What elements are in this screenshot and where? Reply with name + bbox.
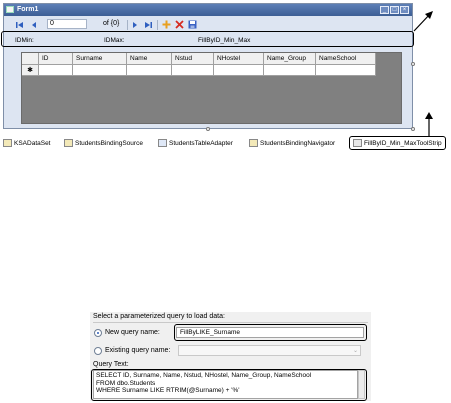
- table-row[interactable]: ✱: [22, 65, 376, 76]
- column-header[interactable]: ID: [39, 53, 73, 65]
- column-header[interactable]: Surname: [73, 53, 127, 65]
- tray-item-label: StudentsTableAdapter: [169, 139, 233, 147]
- query-text-label: Query Text:: [93, 361, 129, 368]
- resize-handle[interactable]: [206, 127, 210, 131]
- form-designer-window: Form1 _ □ × 0 of {0} IDMin: IDMax: FillB…: [3, 3, 413, 129]
- row-header-corner: [22, 53, 39, 65]
- close-button[interactable]: ×: [400, 6, 409, 14]
- highlight-frame: [1, 31, 414, 47]
- grid-cell[interactable]: [172, 65, 214, 76]
- column-header[interactable]: NameSchool: [316, 53, 376, 65]
- grid-header: ID Surname Name Nstud NHostel Name_Group…: [22, 53, 376, 65]
- toolstrip-icon: [353, 139, 362, 147]
- tray-item-dataset[interactable]: KSADataSet: [3, 136, 51, 150]
- tray-item-table-adapter[interactable]: StudentsTableAdapter: [158, 136, 233, 150]
- column-header[interactable]: Name_Group: [264, 53, 316, 65]
- existing-query-radio[interactable]: [94, 347, 102, 355]
- table-adapter-icon: [158, 139, 167, 147]
- students-data-grid[interactable]: ID Surname Name Nstud NHostel Name_Group…: [21, 52, 402, 124]
- binding-navigator-icon: [249, 139, 258, 147]
- resize-handle[interactable]: [411, 62, 415, 66]
- grid-cell[interactable]: [316, 65, 376, 76]
- grid-cell[interactable]: [39, 65, 73, 76]
- highlight-frame: [91, 369, 367, 401]
- resize-handle[interactable]: [411, 127, 415, 131]
- grid-cell[interactable]: [127, 65, 172, 76]
- tray-item-label: KSADataSet: [14, 139, 51, 147]
- count-label: of {0}: [103, 20, 120, 27]
- tray-item-label: StudentsBindingSource: [75, 139, 143, 147]
- tray-item-label: FillByID_Min_MaxToolStrip: [364, 139, 442, 147]
- grid-cell[interactable]: [264, 65, 316, 76]
- dataset-icon: [3, 139, 12, 147]
- new-query-label: New query name:: [105, 329, 160, 336]
- new-query-radio[interactable]: [94, 329, 102, 337]
- position-input[interactable]: 0: [47, 19, 87, 29]
- tray-item-binding-source[interactable]: StudentsBindingSource: [64, 136, 143, 150]
- maximize-button[interactable]: □: [390, 6, 399, 14]
- move-last-icon[interactable]: [143, 19, 153, 30]
- new-row-marker: ✱: [22, 65, 39, 76]
- column-header[interactable]: NHostel: [214, 53, 264, 65]
- existing-query-label: Existing query name:: [105, 347, 171, 354]
- grid-cell[interactable]: [214, 65, 264, 76]
- move-first-icon[interactable]: [14, 19, 24, 30]
- window-title: Form1: [17, 6, 39, 13]
- arrow-icon: [413, 11, 433, 32]
- tray-item-label: StudentsBindingNavigator: [260, 139, 336, 147]
- highlight-frame: [174, 324, 367, 341]
- add-new-icon[interactable]: [161, 19, 171, 30]
- binding-source-icon: [64, 139, 73, 147]
- move-previous-icon[interactable]: [30, 19, 38, 30]
- grid-cell[interactable]: [73, 65, 127, 76]
- delete-icon[interactable]: [174, 19, 184, 30]
- tray-item-toolstrip[interactable]: FillByID_Min_MaxToolStrip: [349, 136, 446, 150]
- arrow-icon: [425, 112, 433, 136]
- separator: [127, 20, 128, 30]
- separator: [157, 20, 158, 30]
- tray-item-binding-navigator[interactable]: StudentsBindingNavigator: [249, 136, 335, 150]
- divider: [93, 322, 368, 323]
- form-icon: [6, 6, 14, 13]
- title-bar: Form1 _ □ ×: [4, 4, 412, 16]
- chevron-down-icon: ⌄: [352, 348, 358, 354]
- save-icon[interactable]: [187, 19, 197, 30]
- column-header[interactable]: Nstud: [172, 53, 214, 65]
- existing-query-select[interactable]: ⌄: [178, 345, 361, 356]
- dialog-prompt: Select a parameterized query to load dat…: [93, 313, 225, 320]
- column-header[interactable]: Name: [127, 53, 172, 65]
- component-tray: KSADataSet StudentsBindingSource Student…: [3, 136, 449, 150]
- binding-navigator: 0 of {0}: [6, 18, 410, 32]
- move-next-icon[interactable]: [131, 19, 139, 30]
- minimize-button[interactable]: _: [380, 6, 389, 14]
